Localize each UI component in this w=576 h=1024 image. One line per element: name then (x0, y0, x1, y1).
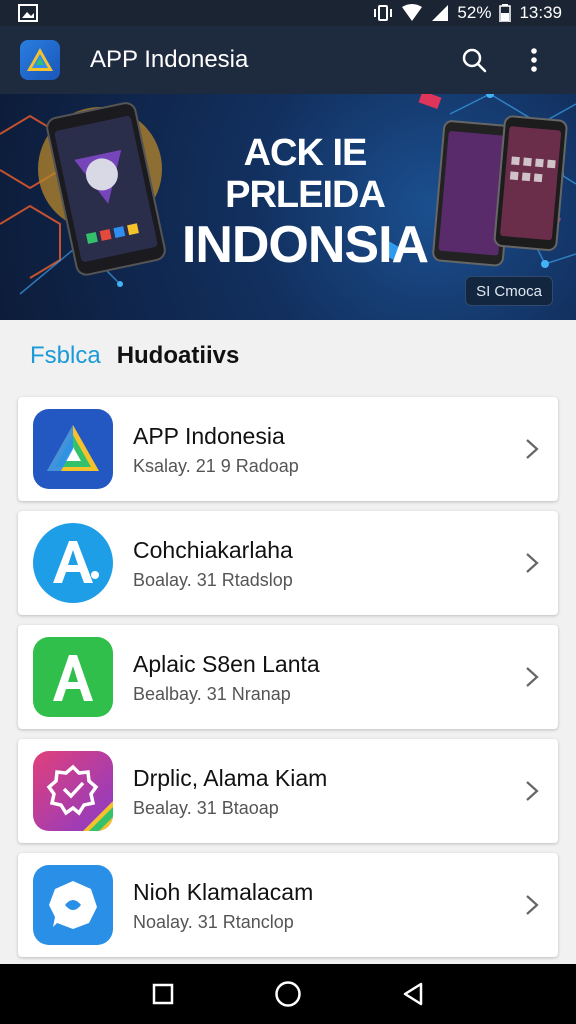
app-title: APP Indonesia (90, 46, 249, 73)
battery-percent: 52% (457, 3, 492, 22)
chevron-right-icon (520, 435, 544, 463)
recents-button[interactable] (133, 964, 193, 1024)
home-button[interactable] (258, 964, 318, 1024)
list-item-text: Aplaic S8en Lanta Bealbay. 31 Nranap (133, 649, 320, 707)
chevron-right-icon (520, 663, 544, 691)
banner-line2: INDONSIA (181, 216, 429, 274)
back-button[interactable] (383, 964, 443, 1024)
banner-chip-button[interactable]: SI Cmoca (465, 276, 553, 306)
status-bar: 52% 13:39 (0, 0, 576, 26)
app-meta: Boalay. 31 Rtadslop (133, 570, 293, 590)
more-vert-icon (531, 48, 537, 72)
battery-icon (499, 4, 512, 22)
clock: 13:39 (519, 3, 562, 22)
app-logo-icon (20, 40, 60, 80)
home-circle-icon (275, 981, 301, 1007)
gallery-notification-icon (18, 4, 38, 22)
app-meta: Bealay. 31 Btaoap (133, 798, 279, 818)
app-meta: Bealbay. 31 Nranap (133, 684, 291, 704)
wifi-icon (401, 4, 423, 22)
list-item-text: Drplic, Alama Kiam Bealay. 31 Btaoap (133, 763, 327, 821)
promo-banner[interactable]: ACK IE PRLEIDA INDONSIA SI Cmoca (0, 94, 576, 320)
recents-square-icon (152, 983, 173, 1005)
chevron-right-icon (520, 777, 544, 805)
search-button[interactable] (452, 38, 496, 82)
app-meta: Noalay. 31 Rtanclop (133, 912, 294, 932)
overflow-menu-button[interactable] (512, 38, 556, 82)
list-item[interactable]: Aplaic S8en Lanta Bealbay. 31 Nranap (18, 625, 558, 729)
section-accent-label: Fsblca (30, 342, 101, 369)
list-item-text: Cohchiakarlaha Boalay. 31 Rtadslop (133, 535, 293, 593)
vibrate-icon (373, 4, 393, 22)
badge-check-icon (33, 751, 113, 831)
system-nav-bar (0, 964, 576, 1024)
section-title: Hudoatiivs (116, 342, 240, 369)
app-bar: APP Indonesia (0, 26, 576, 94)
chevron-right-icon (520, 549, 544, 577)
app-meta: Ksalay. 21 9 Radoap (133, 456, 299, 476)
back-triangle-icon (404, 982, 423, 1006)
app-name: Aplaic S8en Lanta (133, 651, 320, 677)
app-name: Nioh Klamalacam (133, 879, 314, 905)
app-name: Cohchiakarlaha (133, 537, 293, 563)
app-name: APP Indonesia (133, 423, 285, 449)
banner-headline: ACK IE PRLEIDA INDONSIA (170, 132, 440, 274)
list-item[interactable]: Drplic, Alama Kiam Bealay. 31 Btaoap (18, 739, 558, 843)
search-icon (462, 48, 487, 73)
list-item[interactable]: Nioh Klamalacam Noalay. 31 Rtanclop (18, 853, 558, 957)
chevron-right-icon (520, 891, 544, 919)
list-item-text: APP Indonesia Ksalay. 21 9 Radoap (133, 421, 299, 479)
list-item-text: Nioh Klamalacam Noalay. 31 Rtanclop (133, 877, 313, 935)
triangle-logo-icon (33, 409, 113, 489)
banner-line1: ACK IE PRLEIDA (225, 132, 386, 216)
app-name: Drplic, Alama Kiam (133, 765, 328, 791)
list-item[interactable]: APP Indonesia Ksalay. 21 9 Radoap (18, 397, 558, 501)
list-item[interactable]: Cohchiakarlaha Boalay. 31 Rtadslop (18, 511, 558, 615)
letter-a-icon (33, 637, 113, 717)
chat-bubble-icon (33, 865, 113, 945)
letter-a-icon (33, 523, 113, 603)
signal-icon (431, 4, 449, 22)
section-header: Fsblca Hudoatiivs (30, 342, 239, 370)
